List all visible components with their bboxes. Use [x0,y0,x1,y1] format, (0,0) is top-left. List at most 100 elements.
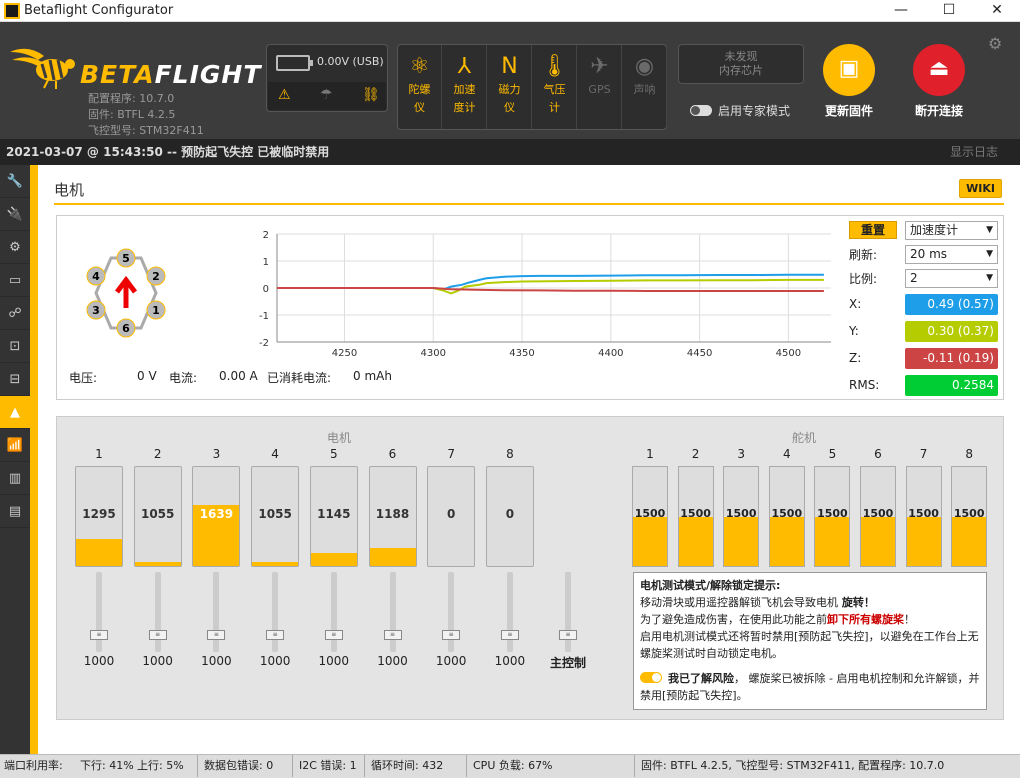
notice-line2-end: ！ [904,613,915,626]
scale-select[interactable]: 2 [905,269,998,288]
y-tick-label: -2 [259,338,269,349]
reset-button[interactable]: 重置 [849,221,897,239]
notice-line1: 移动滑块或用遥控器解锁飞机会导致电机 [640,596,838,609]
tab-motors-icon[interactable]: ▲ [0,396,30,429]
slider-handle[interactable]: ≡ [383,630,402,640]
motor-slider-value: 1000 [377,654,408,668]
toggle-switch[interactable] [690,105,712,116]
tab-receiver-icon[interactable]: ⊡ [0,330,30,363]
notice-line2: 为了避免造成伤害，在使用此功能之前 [640,613,827,626]
close-button[interactable]: ✕ [974,0,1020,22]
slider-handle[interactable]: ≡ [90,630,108,640]
svg-text:5: 5 [122,252,130,265]
servo-number: 6 [874,447,882,461]
z-label: Z: [849,351,862,365]
motor-slider-3[interactable]: ≡ [207,572,226,652]
i2c-errors: I2C 错误: 1 [292,755,357,777]
slider-handle[interactable]: ≡ [324,630,343,640]
motor-number: 7 [447,447,455,461]
servo-number: 1 [646,447,654,461]
tab-modes-icon[interactable]: ⊟ [0,363,30,396]
voltage-label: 电压: [69,371,98,385]
motor-slider-7[interactable]: ≡ [442,572,461,652]
motor-slider-4[interactable]: ≡ [266,572,285,652]
motor-bar-fill [369,548,416,566]
disconnect-button[interactable]: ⏏ [913,44,965,96]
tab-ports-icon[interactable]: 🔌 [0,198,30,231]
gear-icon[interactable]: ⚙ [988,34,1002,53]
slider-handle[interactable]: ≡ [148,630,167,640]
window-title: Betaflight Configurator [24,3,174,18]
minimize-button[interactable]: — [878,0,924,22]
notice-line1-bold: 旋转！ [838,596,875,609]
z-value: -0.11 (0.19) [905,348,998,369]
servo-value: 1500 [634,507,666,520]
servo-bar-fill [678,516,713,566]
motor-slider-value: 1000 [259,654,291,668]
app-icon [4,3,20,19]
accept-risk-toggle[interactable] [640,672,662,683]
x-tick-label: 4500 [776,348,801,359]
master-slider[interactable]: ≡ [559,572,577,652]
y-tick-label: 0 [263,284,269,295]
slider-handle[interactable]: ≡ [266,630,285,640]
motor-slider-5[interactable]: ≡ [324,572,343,652]
motor-number: 8 [506,447,514,461]
motor-bar-fill [252,562,299,566]
maximize-button[interactable]: ☐ [926,0,972,22]
motor-slider-1[interactable]: ≡ [90,572,108,652]
update-firmware-label[interactable]: 更新固件 [809,102,889,119]
sensor-panel: ⚛ 陀螺仪 ⅄ 加速 度计 N 磁力仪 🌡 气压计 ✈ GPS ◉ 声呐 [397,44,667,130]
current-label: 电流: [169,371,198,385]
update-firmware-button[interactable]: ▣ [823,44,875,96]
tab-power-icon[interactable]: ▭ [0,264,30,297]
servo-value: 1500 [680,507,711,520]
log-bar: 2021-03-07 @ 15:43:50 -- 预防起飞失控 已被临时禁用 显… [0,139,1020,165]
battery-voltage: 0.00V (USB) [317,55,384,68]
sensor-select[interactable]: 加速度计 [905,221,998,240]
expert-mode-toggle[interactable]: 启用专家模式 [690,102,790,119]
motor-bar-7: 0 [427,466,476,567]
slider-handle[interactable]: ≡ [559,630,577,640]
sensor-baro: 🌡 气压计 [533,45,577,129]
mag-icon: N [501,54,518,79]
servo-bar-fill [724,516,759,566]
tab-setup-icon[interactable]: 🔧 [0,165,30,198]
slider-handle[interactable]: ≡ [442,630,461,640]
tab-vtx-icon[interactable]: 📶 [0,429,30,462]
tab-blackbox-icon[interactable]: ▥ [0,462,30,495]
motor-bar-fill [310,553,357,566]
motor-number: 2 [153,447,162,461]
show-log-link[interactable]: 显示日志 [950,139,998,165]
port-down: 下行: 41% [80,759,134,772]
motor-slider-6[interactable]: ≡ [383,572,402,652]
master-label: 主控制 [549,656,586,670]
sensor-gyro: ⚛ 陀螺仪 [398,45,442,129]
x-label: X: [849,297,862,311]
servo-value: 1500 [908,507,939,520]
disconnect-label[interactable]: 断开连接 [899,102,979,119]
servo-bar-fill [906,516,941,566]
servos-group-label: 舵机 [792,431,817,445]
tab-failsafe-icon[interactable]: ☍ [0,297,30,330]
motor-slider-8[interactable]: ≡ [500,572,519,652]
wiki-button[interactable]: WIKI [959,179,1002,198]
sensor-gps: ✈ GPS [578,45,622,129]
sensor-label-2: 度计 [453,101,476,114]
refresh-select[interactable]: 20 ms [905,245,998,264]
tab-configuration-icon[interactable]: ⚙ [0,231,30,264]
refresh-label: 刷新: [849,248,878,262]
port-up: 上行: 5% [137,759,184,772]
tab-cli-icon[interactable]: ▤ [0,495,30,528]
current-value: 0.00 A [219,369,258,383]
slider-handle[interactable]: ≡ [207,630,226,640]
slider-handle[interactable]: ≡ [500,630,519,640]
failsafe-icon: ☂ [320,87,333,103]
sensor-label: 气压 [543,83,566,96]
firmware-version: 固件: BTFL 4.2.5 [88,108,176,121]
status-footer: 端口利用率: 下行: 41% 上行: 5% 数据包错误: 0 I2C 错误: 1… [0,754,1020,778]
motor-slider-2[interactable]: ≡ [148,572,167,652]
motor-bar-4: 1055 [251,466,300,567]
motor-slider-value: 1000 [318,654,350,668]
brand-wordmark: BETAFLIGHT [80,60,262,89]
